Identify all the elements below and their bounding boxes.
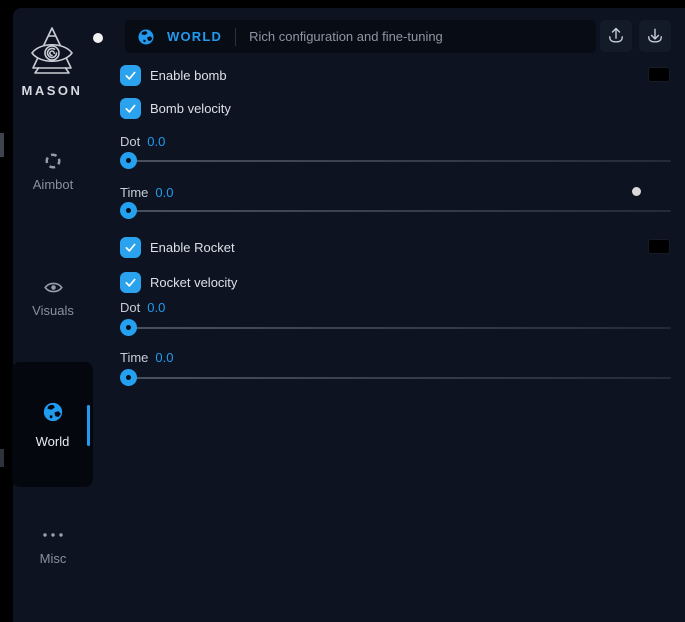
checkbox-label: Bomb velocity <box>150 101 231 116</box>
slider-name: Dot <box>120 300 140 315</box>
sidebar-item-world[interactable]: World <box>12 362 93 487</box>
slider-label-dot: Dot 0.0 <box>120 300 165 315</box>
dot-slider-handle[interactable] <box>120 319 137 336</box>
download-icon <box>645 26 665 46</box>
sidebar-item-label: World <box>36 434 70 449</box>
ellipsis-icon <box>41 524 65 546</box>
page-subtitle: Rich configuration and fine-tuning <box>249 29 443 44</box>
check-icon <box>123 101 138 116</box>
header-divider <box>235 28 236 46</box>
dot-slider-handle[interactable] <box>120 152 137 169</box>
bomb-velocity-checkbox[interactable] <box>120 98 141 119</box>
checkbox-label: Enable bomb <box>150 68 227 83</box>
enable-rocket-checkbox[interactable] <box>120 237 141 258</box>
checkbox-label: Rocket velocity <box>150 275 237 290</box>
slider-label-time: Time 0.0 <box>120 350 173 365</box>
time-slider-handle[interactable] <box>120 369 137 386</box>
rocket-color-swatch[interactable] <box>648 239 670 254</box>
slider-value: 0.0 <box>155 185 173 200</box>
page-header: WORLD Rich configuration and fine-tuning <box>125 20 596 53</box>
dot-slider-track[interactable] <box>120 327 671 329</box>
checkbox-row-bomb-velocity: Bomb velocity <box>120 97 231 119</box>
sidebar-item-misc[interactable]: Misc <box>13 524 93 566</box>
sidebar-item-label: Visuals <box>32 303 74 318</box>
time-slider-track[interactable] <box>120 377 671 379</box>
menu-window <box>13 8 685 622</box>
eye-icon <box>43 276 64 298</box>
checkbox-row-enable-bomb: Enable bomb <box>120 64 227 86</box>
sidebar-item-label: Misc <box>40 551 67 566</box>
check-icon <box>123 68 138 83</box>
checkbox-label: Enable Rocket <box>150 240 235 255</box>
cursor-dot <box>93 33 103 43</box>
page-title: WORLD <box>167 29 222 44</box>
cursor-dot <box>632 187 641 196</box>
background-artifact <box>0 133 4 157</box>
brand-name: MASON <box>12 83 92 98</box>
mason-menu: MASON Aimbot Visuals World <box>0 0 685 622</box>
checkbox-row-enable-rocket: Enable Rocket <box>120 236 235 258</box>
dot-slider-track[interactable] <box>120 160 671 162</box>
check-icon <box>123 275 138 290</box>
sidebar-item-visuals[interactable]: Visuals <box>13 276 93 318</box>
upload-icon <box>606 26 626 46</box>
download-config-button[interactable] <box>639 20 671 52</box>
slider-label-dot: Dot 0.0 <box>120 134 165 149</box>
globe-icon <box>137 28 155 46</box>
slider-value: 0.0 <box>147 300 165 315</box>
time-slider-handle[interactable] <box>120 202 137 219</box>
time-slider-track[interactable] <box>120 210 671 212</box>
eye-pyramid-icon <box>30 26 74 78</box>
slider-value: 0.0 <box>147 134 165 149</box>
background-artifact <box>0 449 4 467</box>
slider-label-time: Time 0.0 <box>120 185 173 200</box>
slider-value: 0.0 <box>155 350 173 365</box>
slider-name: Time <box>120 350 148 365</box>
globe-icon <box>42 401 64 428</box>
bomb-color-swatch[interactable] <box>648 67 670 82</box>
enable-bomb-checkbox[interactable] <box>120 65 141 86</box>
sidebar-item-label: Aimbot <box>33 177 73 192</box>
crosshair-icon <box>43 150 63 172</box>
upload-config-button[interactable] <box>600 20 632 52</box>
selected-indicator <box>87 405 90 446</box>
sidebar-item-aimbot[interactable]: Aimbot <box>13 150 93 192</box>
check-icon <box>123 240 138 255</box>
slider-name: Time <box>120 185 148 200</box>
checkbox-row-rocket-velocity: Rocket velocity <box>120 271 237 293</box>
slider-name: Dot <box>120 134 140 149</box>
rocket-velocity-checkbox[interactable] <box>120 272 141 293</box>
